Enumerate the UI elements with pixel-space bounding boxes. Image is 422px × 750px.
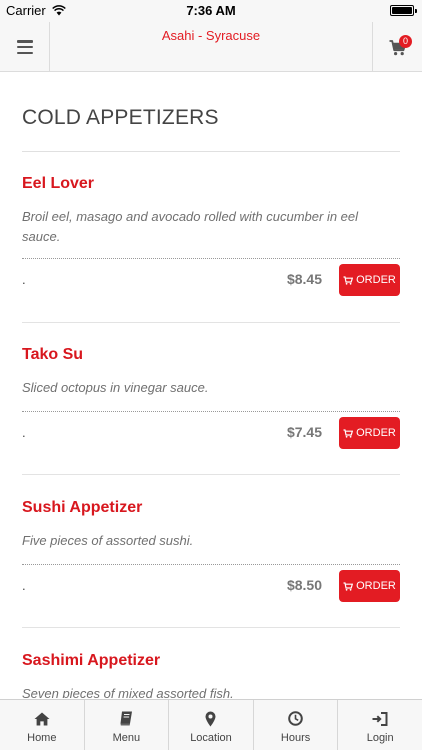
item-description: Five pieces of assorted sushi.	[22, 533, 194, 548]
item-name[interactable]: Eel Lover	[22, 175, 94, 193]
app-header: Asahi - Syracuse 0	[0, 22, 422, 72]
tab-hours[interactable]: Hours	[254, 700, 339, 750]
tab-menu[interactable]: Menu	[85, 700, 170, 750]
bottom-tab-bar: Home Menu Location Hours Login	[0, 699, 422, 750]
sign-in-icon	[372, 710, 388, 727]
clock-icon	[288, 710, 303, 727]
tab-label: Login	[366, 732, 394, 744]
item-option-dot: .	[22, 272, 26, 287]
dotted-divider	[22, 564, 400, 565]
status-bar: Carrier 7:36 AM	[0, 0, 422, 22]
cart-button[interactable]: 0	[372, 22, 422, 72]
menu-item: Sushi Appetizer Five pieces of assorted …	[22, 499, 400, 629]
map-marker-icon	[205, 710, 216, 727]
order-button[interactable]: ORDER	[339, 570, 400, 602]
tab-location[interactable]: Location	[169, 700, 254, 750]
menu-item: Sashimi Appetizer Seven pieces of mixed …	[22, 652, 400, 698]
cart-icon	[343, 275, 354, 285]
item-divider	[22, 474, 400, 475]
tab-label: Location	[190, 732, 232, 744]
item-description: Sliced octopus in vinegar sauce.	[22, 380, 209, 395]
item-price: $8.45	[286, 271, 322, 287]
home-icon	[34, 710, 50, 727]
tab-label: Hours	[280, 732, 311, 744]
restaurant-title: Asahi - Syracuse	[161, 28, 261, 43]
item-option-dot: .	[22, 425, 26, 440]
order-button[interactable]: ORDER	[339, 417, 400, 449]
tab-label: Menu	[112, 732, 141, 744]
item-option-dot: .	[22, 578, 26, 593]
order-label: ORDER	[356, 580, 396, 592]
dotted-divider	[22, 411, 400, 412]
battery-icon	[390, 5, 417, 16]
item-name[interactable]: Tako Su	[22, 346, 83, 364]
order-label: ORDER	[356, 274, 396, 286]
dotted-divider	[22, 258, 400, 259]
cart-icon	[343, 428, 354, 438]
menu-content: COLD APPETIZERS Eel Lover Broil eel, mas…	[0, 73, 422, 698]
menu-button[interactable]	[0, 22, 50, 72]
menu-item: Eel Lover Broil eel, masago and avocado …	[22, 175, 400, 325]
item-price: $7.45	[286, 424, 322, 440]
order-label: ORDER	[356, 427, 396, 439]
clock-time: 7:36 AM	[186, 3, 236, 18]
hamburger-icon	[16, 40, 33, 54]
item-divider	[22, 627, 400, 628]
item-description: Broil eel, masago and avocado rolled wit…	[22, 209, 359, 244]
section-title: COLD APPETIZERS	[22, 106, 219, 129]
cart-count-badge: 0	[399, 35, 412, 48]
menu-item: Tako Su Sliced octopus in vinegar sauce.…	[22, 346, 400, 476]
tab-label: Home	[27, 732, 57, 744]
item-name[interactable]: Sashimi Appetizer	[22, 652, 160, 670]
item-divider	[22, 322, 400, 323]
book-icon	[119, 710, 133, 727]
tab-login[interactable]: Login	[338, 700, 422, 750]
order-button[interactable]: ORDER	[339, 264, 400, 296]
cart-icon	[343, 581, 354, 591]
item-description: Seven pieces of mixed assorted fish.	[22, 686, 234, 698]
item-name[interactable]: Sushi Appetizer	[22, 499, 142, 517]
item-price: $8.50	[286, 577, 322, 593]
tab-home[interactable]: Home	[0, 700, 85, 750]
section-divider	[22, 151, 400, 152]
